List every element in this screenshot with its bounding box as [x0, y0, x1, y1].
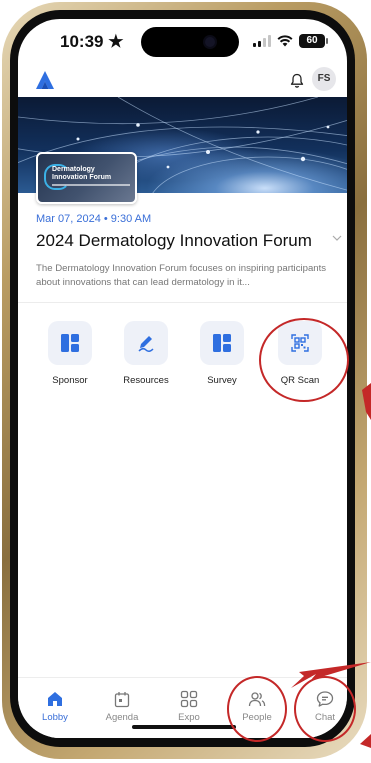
arrow-to-people-icon [291, 662, 371, 688]
arrow-to-chat-icon [360, 734, 371, 748]
arrow-right-edge-icon [362, 383, 371, 420]
annotation-arrows [291, 383, 371, 748]
